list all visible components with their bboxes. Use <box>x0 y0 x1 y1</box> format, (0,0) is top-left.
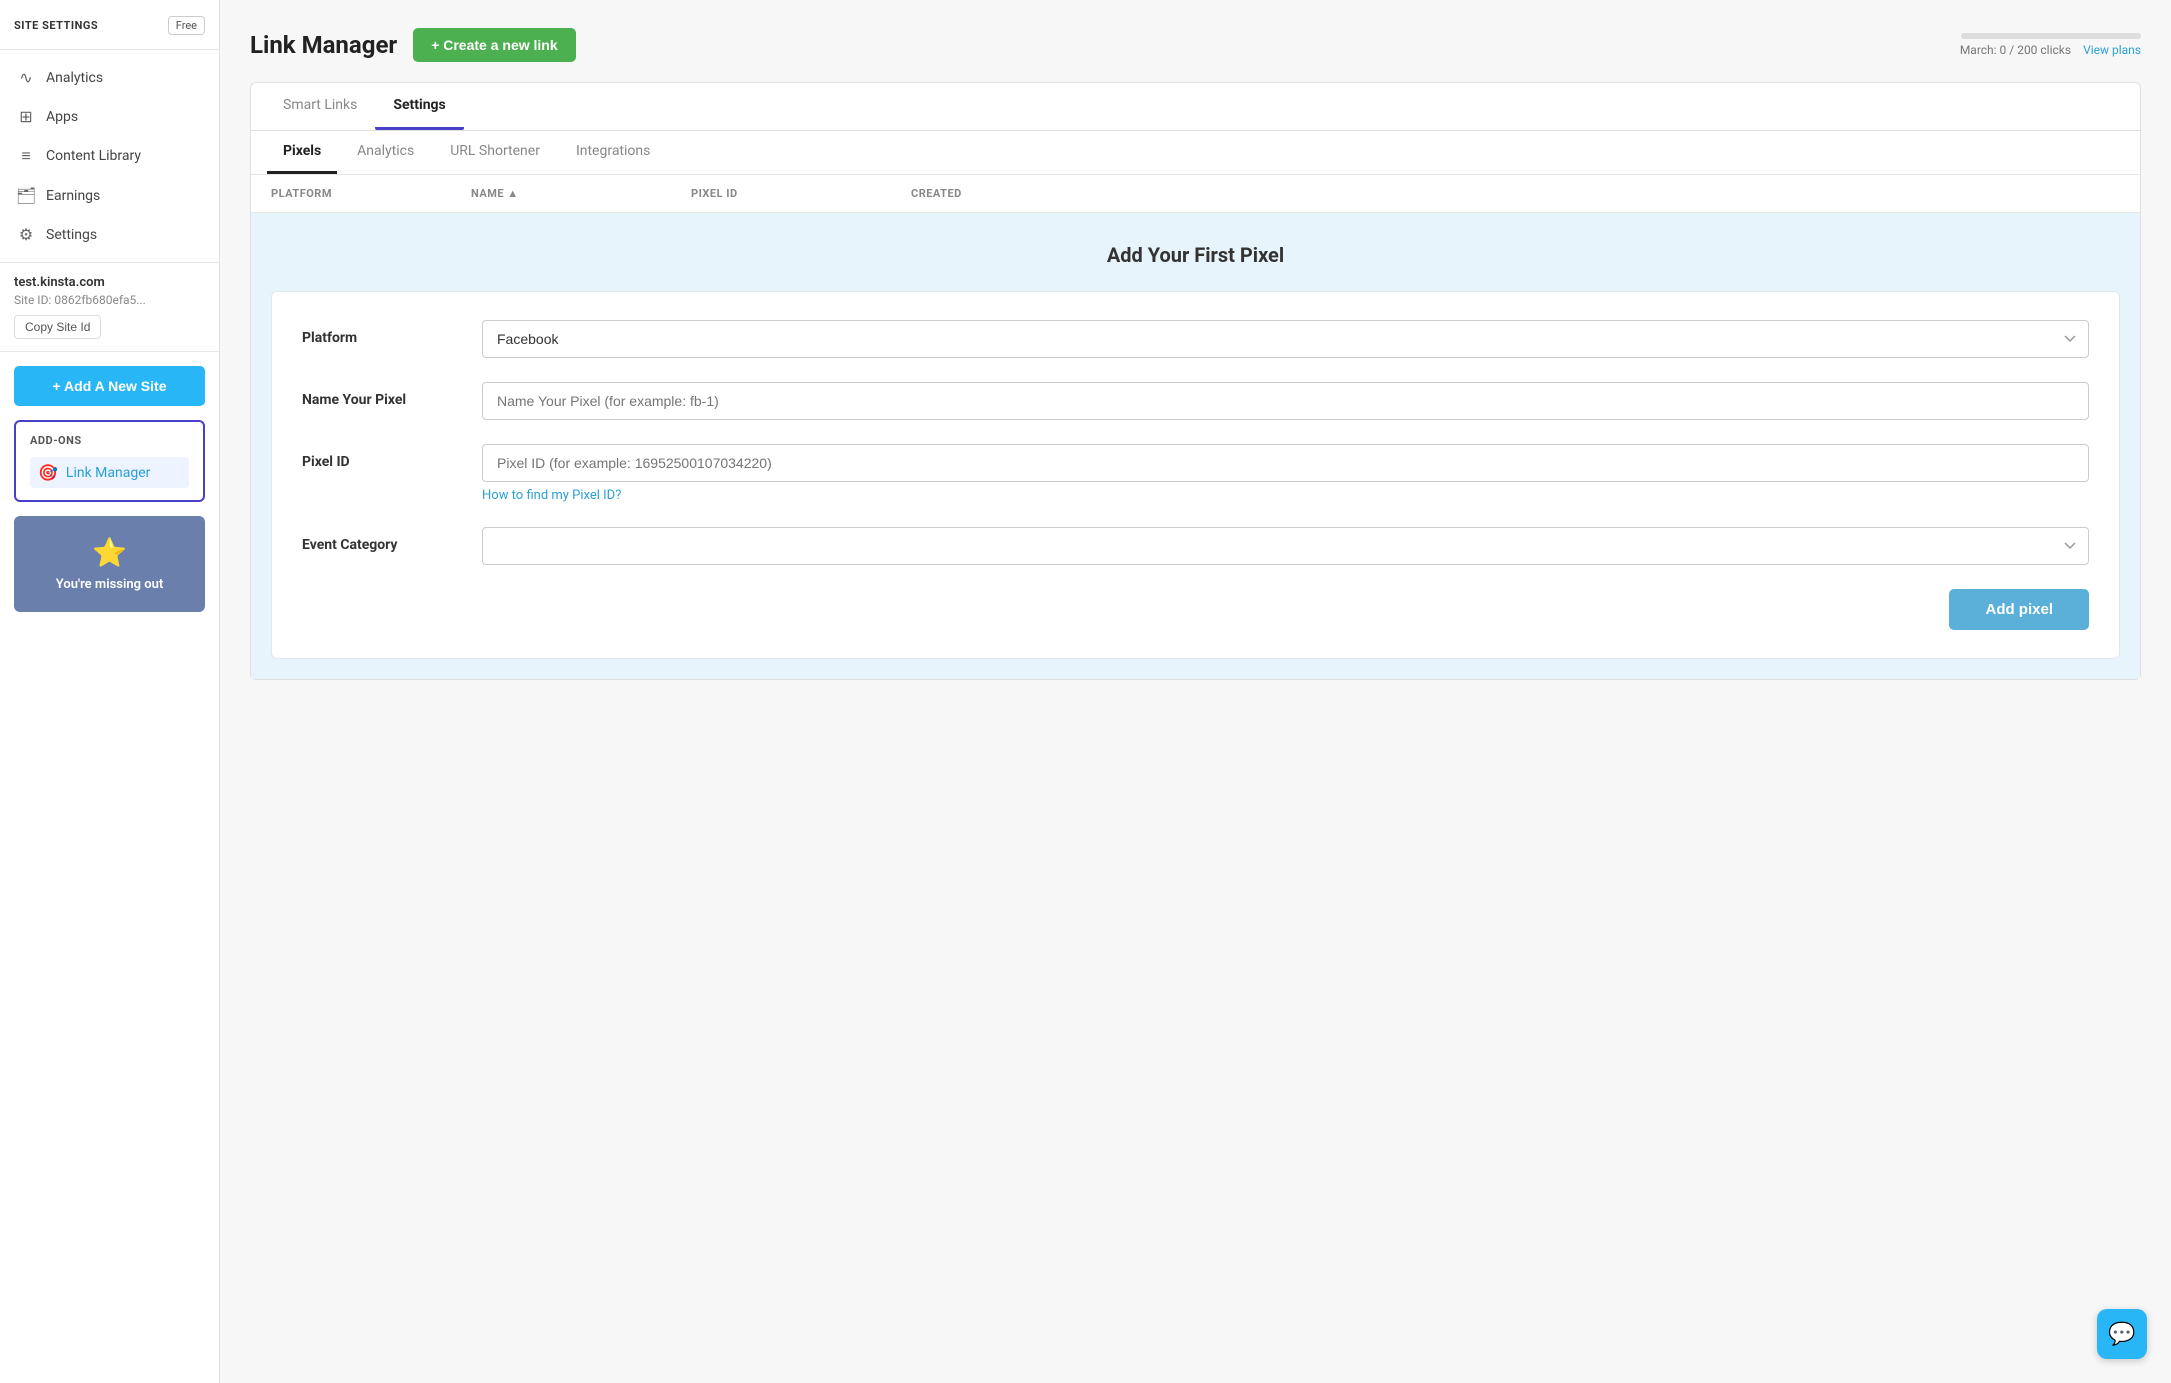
event-category-label: Event Category <box>302 527 462 553</box>
sidebar-item-analytics[interactable]: ∿ Analytics <box>0 58 219 97</box>
clicks-info: March: 0 / 200 clicks View plans <box>1960 43 2141 57</box>
sub-tabs: Pixels Analytics URL Shortener Integrati… <box>251 131 2140 175</box>
platform-row: Platform Facebook Google Twitter Pintere… <box>302 320 2089 358</box>
main-tabs: Smart Links Settings <box>250 82 2141 130</box>
content-panel: Pixels Analytics URL Shortener Integrati… <box>250 130 2141 680</box>
star-icon: ⭐ <box>28 536 191 569</box>
earnings-icon: 🗂 <box>16 186 36 205</box>
sub-tab-integrations[interactable]: Integrations <box>560 131 666 174</box>
sidebar-item-content-library[interactable]: ≡ Content Library <box>0 136 219 176</box>
addon-item-link-manager[interactable]: 🎯 Link Manager <box>30 457 189 488</box>
copy-site-id-button[interactable]: Copy Site Id <box>14 315 101 339</box>
create-new-link-button[interactable]: + Create a new link <box>413 28 575 62</box>
addons-title: ADD-ONS <box>30 434 189 447</box>
sidebar-item-label-earnings: Earnings <box>46 188 100 204</box>
progress-bar-container <box>1961 33 2141 39</box>
settings-icon: ⚙ <box>16 225 36 244</box>
sidebar-item-earnings[interactable]: 🗂 Earnings <box>0 176 219 215</box>
missing-out-promo: ⭐ You're missing out <box>14 516 205 612</box>
event-category-input-area <box>482 527 2089 565</box>
page-title: Link Manager <box>250 31 397 59</box>
platform-label: Platform <box>302 320 462 346</box>
link-manager-icon: 🎯 <box>38 463 58 482</box>
sidebar-item-apps[interactable]: ⊞ Apps <box>0 97 219 136</box>
pixel-name-row: Name Your Pixel <box>302 382 2089 420</box>
site-settings-title: SITE SETTINGS <box>14 19 98 32</box>
main-content: Link Manager + Create a new link March: … <box>220 0 2171 1383</box>
pixel-form-area: Add Your First Pixel Platform Facebook G… <box>251 213 2140 679</box>
event-category-row: Event Category <box>302 527 2089 565</box>
platform-select[interactable]: Facebook Google Twitter Pinterest Linked… <box>482 320 2089 358</box>
col-platform: PLATFORM <box>271 187 471 200</box>
chat-button[interactable]: 💬 <box>2097 1309 2147 1359</box>
sidebar-item-label-content-library: Content Library <box>46 148 141 164</box>
pixel-name-label: Name Your Pixel <box>302 382 462 408</box>
pixel-id-input[interactable] <box>482 444 2089 482</box>
sidebar-item-settings[interactable]: ⚙ Settings <box>0 215 219 254</box>
pixel-id-help-link[interactable]: How to find my Pixel ID? <box>482 488 2089 503</box>
pixel-name-input[interactable] <box>482 382 2089 420</box>
add-pixel-button[interactable]: Add pixel <box>1949 589 2089 630</box>
sidebar-item-label-apps: Apps <box>46 109 78 125</box>
col-pixel-id: PIXEL ID <box>691 187 911 200</box>
sidebar: SITE SETTINGS Free ∿ Analytics ⊞ Apps ≡ … <box>0 0 220 1383</box>
tab-smart-links[interactable]: Smart Links <box>265 83 375 130</box>
pixel-name-input-area <box>482 382 2089 420</box>
site-id-value: 0862fb680efa5... <box>54 293 145 307</box>
sidebar-item-label-analytics: Analytics <box>46 70 103 86</box>
pixel-id-input-area: How to find my Pixel ID? <box>482 444 2089 503</box>
pixel-id-row: Pixel ID How to find my Pixel ID? <box>302 444 2089 503</box>
apps-icon: ⊞ <box>16 107 36 126</box>
free-badge: Free <box>168 16 205 35</box>
sub-tab-analytics[interactable]: Analytics <box>341 131 430 174</box>
add-new-site-button[interactable]: + Add A New Site <box>14 366 205 406</box>
site-id-label: Site ID: <box>14 293 51 307</box>
chat-icon: 💬 <box>2108 1322 2135 1347</box>
sidebar-item-label-settings: Settings <box>46 227 97 243</box>
page-header: Link Manager + Create a new link March: … <box>250 28 2141 62</box>
table-header: PLATFORM NAME ▲ PIXEL ID CREATED <box>251 175 2140 213</box>
tab-settings[interactable]: Settings <box>375 83 463 130</box>
site-id-text: Site ID: 0862fb680efa5... <box>14 293 205 307</box>
pixel-id-label: Pixel ID <box>302 444 462 470</box>
sub-tab-url-shortener[interactable]: URL Shortener <box>434 131 556 174</box>
addons-section: ADD-ONS 🎯 Link Manager <box>14 420 205 502</box>
pixel-form-title: Add Your First Pixel <box>271 243 2120 267</box>
site-info: test.kinsta.com Site ID: 0862fb680efa5..… <box>0 263 219 352</box>
sidebar-header: SITE SETTINGS Free <box>0 0 219 50</box>
view-plans-link[interactable]: View plans <box>2083 43 2141 57</box>
col-name: NAME ▲ <box>471 187 691 200</box>
missing-out-text: You're missing out <box>56 577 163 592</box>
clicks-text: March: 0 / 200 clicks <box>1960 43 2071 57</box>
sub-tab-pixels[interactable]: Pixels <box>267 131 337 174</box>
sidebar-nav: ∿ Analytics ⊞ Apps ≡ Content Library 🗂 E… <box>0 50 219 263</box>
site-domain: test.kinsta.com <box>14 275 205 290</box>
event-category-select[interactable] <box>482 527 2089 565</box>
page-header-left: Link Manager + Create a new link <box>250 28 576 62</box>
analytics-icon: ∿ <box>16 68 36 87</box>
content-library-icon: ≡ <box>16 146 36 166</box>
page-header-right: March: 0 / 200 clicks View plans <box>1960 33 2141 57</box>
platform-input-area: Facebook Google Twitter Pinterest Linked… <box>482 320 2089 358</box>
addon-item-label: Link Manager <box>66 465 150 481</box>
col-created: CREATED <box>911 187 1111 200</box>
pixel-form-card: Platform Facebook Google Twitter Pintere… <box>271 291 2120 659</box>
